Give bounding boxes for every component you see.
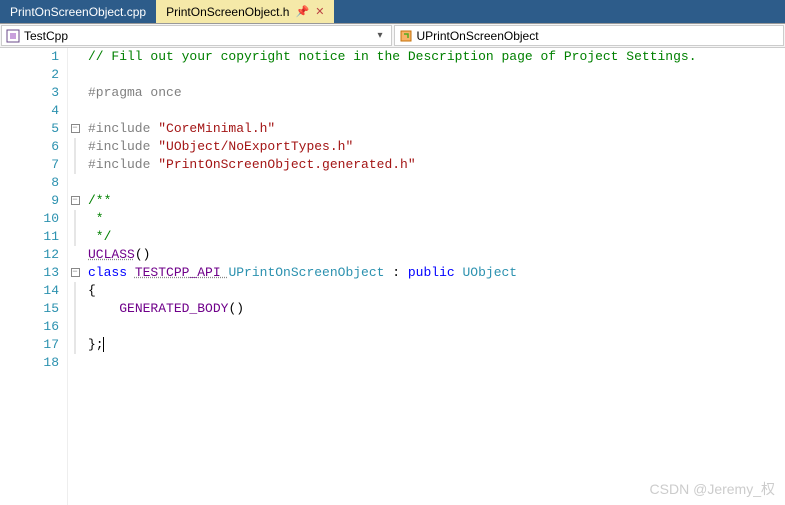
- module-dropdown[interactable]: TestCpp ▾: [1, 25, 392, 46]
- nav-bar: TestCpp ▾ UPrintOnScreenObject: [0, 24, 785, 48]
- code-line: /**: [88, 192, 697, 210]
- code-line: [88, 66, 697, 84]
- class-icon: [399, 29, 413, 43]
- tab-label: PrintOnScreenObject.h: [166, 5, 289, 19]
- close-icon[interactable]: ✕: [315, 5, 324, 18]
- line-numbers: 1234 5678 9101112 13141516 1718: [0, 48, 68, 505]
- tab-label: PrintOnScreenObject.cpp: [10, 5, 146, 19]
- fold-toggle[interactable]: −: [71, 124, 80, 133]
- code-editor[interactable]: 1234 5678 9101112 13141516 1718 − − − //…: [0, 48, 785, 505]
- code-line: #include "PrintOnScreenObject.generated.…: [88, 156, 697, 174]
- code-line: #include "UObject/NoExportTypes.h": [88, 138, 697, 156]
- module-icon: [6, 29, 20, 43]
- code-line: class TESTCPP_API UPrintOnScreenObject :…: [88, 264, 697, 282]
- code-line: {: [88, 282, 697, 300]
- code-line: #pragma once: [88, 84, 697, 102]
- module-name: TestCpp: [24, 29, 68, 43]
- fold-column: − − −: [68, 48, 82, 505]
- code-line: */: [88, 228, 697, 246]
- fold-toggle[interactable]: −: [71, 268, 80, 277]
- code-area[interactable]: // Fill out your copyright notice in the…: [82, 48, 697, 505]
- tab-bar: PrintOnScreenObject.cpp PrintOnScreenObj…: [0, 0, 785, 24]
- code-line: GENERATED_BODY(): [88, 300, 697, 318]
- code-line: [88, 102, 697, 120]
- code-line: };: [88, 336, 697, 354]
- tab-cpp[interactable]: PrintOnScreenObject.cpp: [0, 0, 156, 23]
- code-line: [88, 318, 697, 336]
- text-cursor: [103, 337, 104, 352]
- code-line: UCLASS(): [88, 246, 697, 264]
- code-line: [88, 354, 697, 372]
- code-line: [88, 174, 697, 192]
- pin-icon[interactable]: 📌: [295, 5, 309, 18]
- code-line: #include "CoreMinimal.h": [88, 120, 697, 138]
- class-dropdown[interactable]: UPrintOnScreenObject: [394, 25, 785, 46]
- fold-toggle[interactable]: −: [71, 196, 80, 205]
- chevron-down-icon: ▾: [373, 30, 386, 41]
- code-line: *: [88, 210, 697, 228]
- code-line: // Fill out your copyright notice in the…: [88, 48, 697, 66]
- tab-h[interactable]: PrintOnScreenObject.h 📌 ✕: [156, 0, 334, 23]
- class-name: UPrintOnScreenObject: [417, 29, 539, 43]
